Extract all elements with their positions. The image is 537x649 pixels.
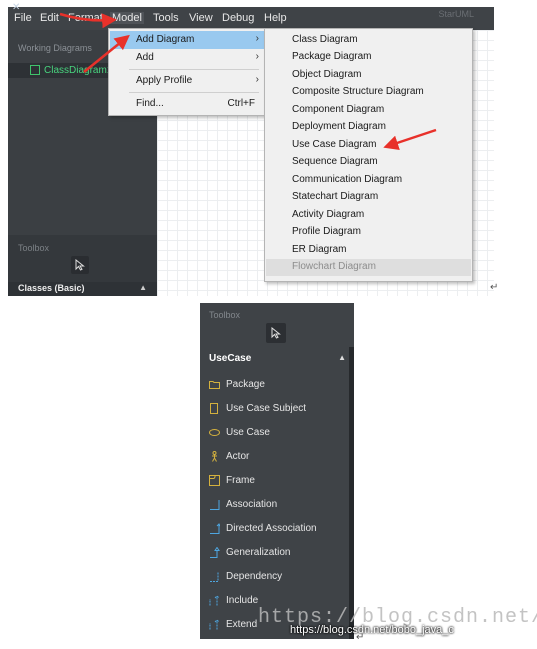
tool-label: Frame bbox=[226, 475, 255, 486]
annotation-arrow-to-add-diagram bbox=[83, 34, 130, 73]
tool-generalization[interactable]: Generalization bbox=[209, 545, 344, 561]
tool-label: Generalization bbox=[226, 547, 291, 558]
annotation-arrow-to-use-case-diagram bbox=[383, 128, 437, 150]
usecase-group-label[interactable]: UseCase bbox=[209, 353, 251, 364]
tool-use-case[interactable]: Use Case bbox=[209, 425, 344, 441]
usecase-toolbox-screenshot: Toolbox UseCase ▲ Package Use Case Subje… bbox=[200, 303, 354, 639]
subject-icon bbox=[210, 403, 218, 414]
include-icon bbox=[209, 595, 220, 606]
tool-directed-association[interactable]: Directed Association bbox=[209, 521, 344, 537]
usecase-icon bbox=[209, 429, 220, 436]
tool-label: Use Case bbox=[226, 427, 270, 438]
tool-dependency[interactable]: Dependency bbox=[209, 569, 344, 585]
tool-label: Association bbox=[226, 499, 278, 510]
directed-association-icon bbox=[210, 523, 220, 534]
toolbox-scrollbar[interactable] bbox=[349, 347, 354, 639]
paragraph-return-icon: ↵ bbox=[490, 282, 499, 293]
select-tool-button[interactable] bbox=[266, 323, 286, 343]
tool-actor[interactable]: Actor bbox=[209, 449, 344, 465]
tool-association[interactable]: Association bbox=[209, 497, 344, 513]
generalization-icon bbox=[210, 547, 220, 558]
tool-label: Actor bbox=[226, 451, 250, 462]
tool-label: Directed Association bbox=[226, 523, 317, 534]
tool-package[interactable]: Package bbox=[209, 377, 344, 393]
frame-icon bbox=[209, 475, 220, 486]
tool-label: Use Case Subject bbox=[226, 403, 307, 414]
dependency-icon bbox=[210, 572, 219, 582]
association-icon bbox=[210, 500, 220, 510]
tool-label: Dependency bbox=[226, 571, 283, 582]
package-icon bbox=[209, 381, 220, 389]
actor-icon bbox=[212, 451, 217, 462]
tool-use-case-subject[interactable]: Use Case Subject bbox=[209, 401, 344, 417]
tool-label: Extend bbox=[226, 619, 258, 630]
extend-icon bbox=[209, 619, 220, 630]
tool-frame[interactable]: Frame bbox=[209, 473, 344, 489]
staruml-menu-screenshot: ✕ File Edit Format Model Tools View Debu… bbox=[8, 0, 494, 296]
tool-label: Package bbox=[226, 379, 265, 390]
cursor-icon bbox=[271, 327, 281, 339]
collapse-arrow-icon[interactable]: ▲ bbox=[338, 353, 346, 362]
tool-label: Include bbox=[226, 595, 259, 606]
annotation-arrows bbox=[59, 12, 437, 150]
watermark-url: https://blog.csdn.net/bobo_java_c bbox=[290, 624, 454, 636]
toolbox-label: Toolbox bbox=[209, 310, 241, 320]
annotation-arrow-to-model bbox=[59, 12, 117, 29]
